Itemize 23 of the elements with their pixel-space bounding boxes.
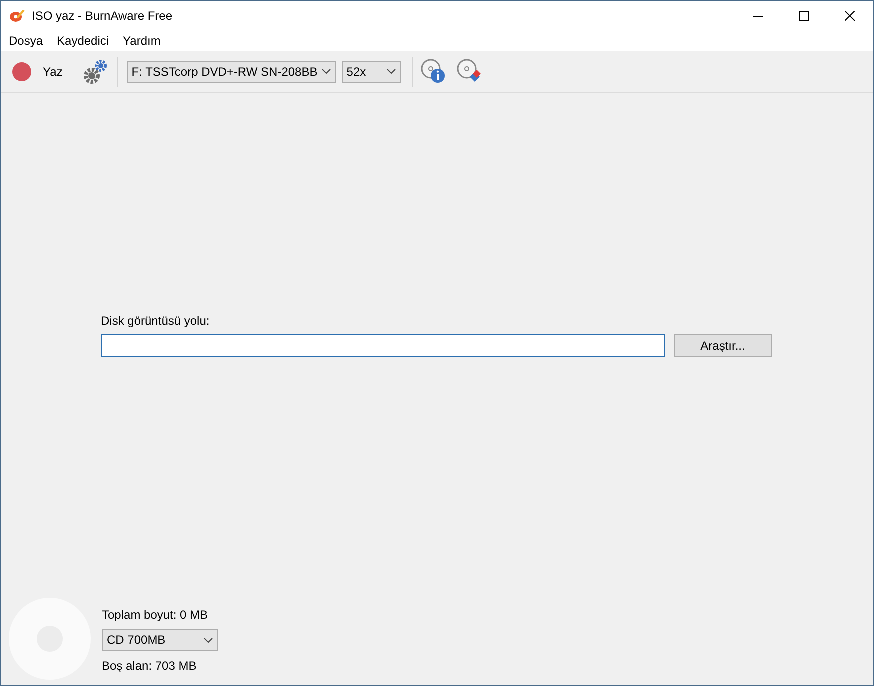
burn-button[interactable]: Yaz (43, 62, 63, 80)
chevron-icon (204, 638, 213, 642)
app-logo-icon (9, 9, 26, 23)
maximize-icon (799, 11, 809, 21)
path-field[interactable] (101, 334, 665, 357)
total-size-text: Toplam boyut: 0 MB (102, 607, 210, 624)
field-label: Disk görüntüsü yolu: (101, 313, 211, 329)
menu-item[interactable]: Kaydedici (50, 32, 116, 50)
record-icon[interactable] (12, 62, 32, 82)
chevron-icon (322, 69, 331, 74)
disc-info-icon[interactable] (420, 59, 446, 84)
drive-dropdown[interactable]: F: TSSTcorp DVD+-RW SN-208BB (126, 60, 336, 82)
disc-type-dropdown[interactable]: CD 700MB (102, 629, 218, 651)
menu-item[interactable]: Yardım (116, 32, 168, 50)
close-icon (845, 11, 855, 21)
browse-button[interactable]: Araştır... (674, 334, 772, 357)
speed-dropdown[interactable]: 52x (342, 60, 401, 82)
gears-icon[interactable] (82, 58, 108, 84)
menu-item[interactable]: Dosya (2, 32, 50, 50)
free-space-text: Boş alan: 703 MB (102, 658, 198, 675)
window-title: ISO yaz - BurnAware Free (32, 8, 172, 25)
chevron-icon (386, 69, 396, 74)
disc-erase-icon[interactable] (456, 59, 482, 84)
